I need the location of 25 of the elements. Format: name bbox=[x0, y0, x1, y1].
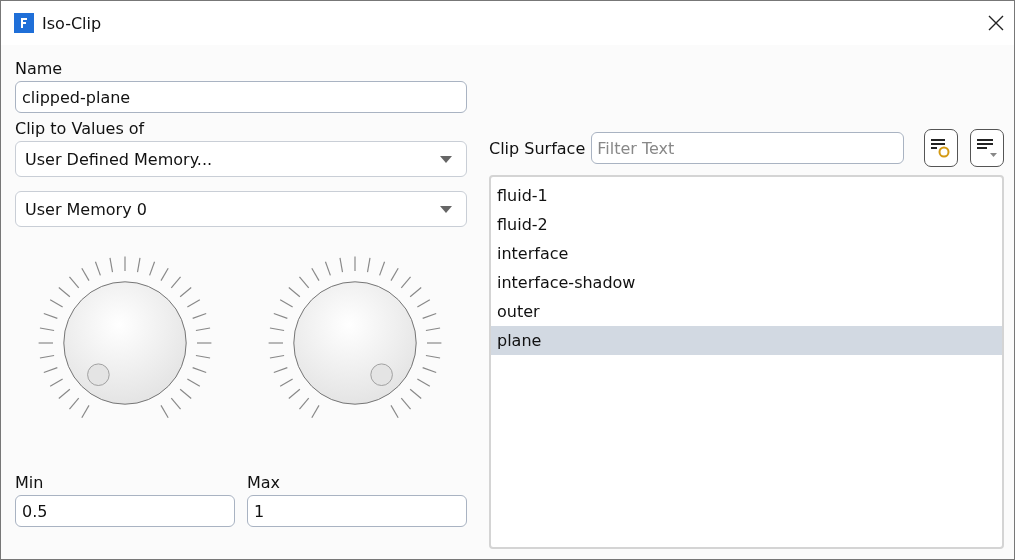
list-menu-button[interactable] bbox=[970, 129, 1004, 167]
list-item[interactable]: interface bbox=[491, 239, 1002, 268]
list-item[interactable]: fluid-1 bbox=[491, 181, 1002, 210]
clip-surface-label: Clip Surface bbox=[489, 138, 586, 158]
clip-to-label: Clip to Values of bbox=[15, 119, 146, 139]
filter-field[interactable]: Filter Text bbox=[591, 132, 904, 164]
list-item[interactable]: fluid-2 bbox=[491, 210, 1002, 239]
dropdown[interactable]: User Defined Memory... bbox=[15, 141, 467, 177]
list-item[interactable]: plane bbox=[491, 326, 1002, 355]
list-item[interactable]: interface-shadow bbox=[491, 268, 1002, 297]
list-item[interactable]: outer bbox=[491, 297, 1002, 326]
name-label: Name bbox=[15, 59, 64, 79]
range-label: Max bbox=[247, 473, 282, 493]
list-menu-icon bbox=[975, 136, 999, 160]
name-field[interactable]: clipped-plane bbox=[15, 81, 467, 113]
value-field[interactable]: 1 bbox=[247, 495, 467, 527]
filter-selected-button[interactable] bbox=[924, 129, 958, 167]
range-label: Min bbox=[15, 473, 45, 493]
value-field[interactable]: 0.5 bbox=[15, 495, 235, 527]
caret-icon bbox=[440, 155, 452, 163]
dropdown[interactable]: User Memory 0 bbox=[15, 191, 467, 227]
caret-icon bbox=[440, 205, 452, 213]
window-title: Iso-Clip bbox=[42, 13, 103, 33]
close-icon[interactable] bbox=[988, 15, 1004, 31]
app-logo-icon bbox=[14, 13, 34, 33]
